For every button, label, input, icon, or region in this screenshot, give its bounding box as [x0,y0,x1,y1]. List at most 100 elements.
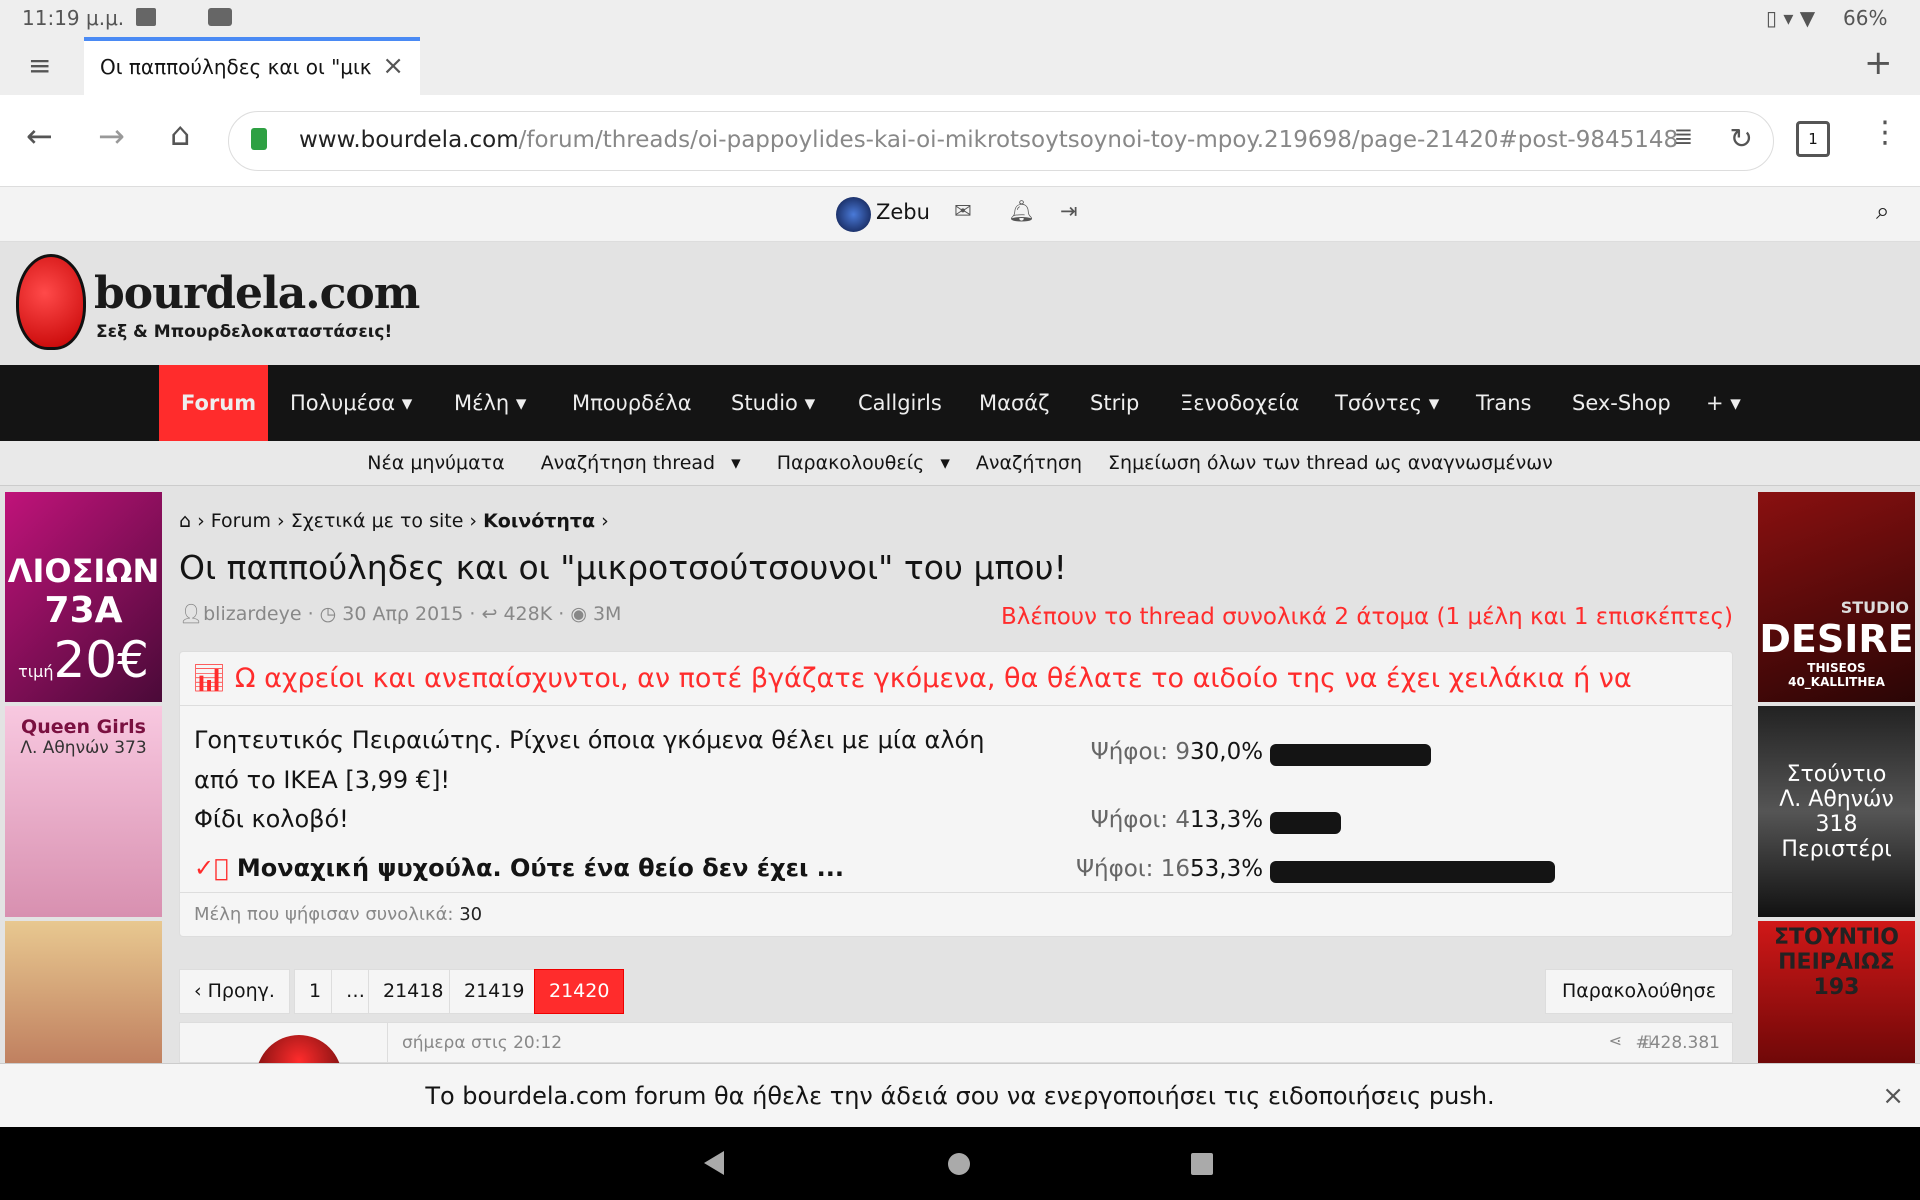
view-count: 3M [592,603,622,625]
close-icon[interactable]: × [1882,1064,1904,1128]
nav-bourdela[interactable]: Μπουρδέλα [550,365,714,441]
thread-author[interactable]: blizardeye [203,603,301,625]
ad-text: Λ. Αθηνών 373 [20,738,147,758]
breadcrumb-item[interactable]: Σχετικά με το site [291,510,464,532]
nav-forum[interactable]: Forum [159,365,268,441]
logo-text[interactable]: bourdela.com [94,268,420,319]
sub-nav: Νέα μηνύματα Αναζήτηση thread ▾ Παρακολο… [0,441,1920,486]
user-bar: Zebu ✉ 🔔︎ ⇥ ⌕ [0,187,1920,242]
ad-text: DESIRE [1759,617,1914,661]
logo-tagline: Σεξ & Μπουρδελοκαταστάσεις! [96,322,393,342]
back-nav-icon[interactable] [704,1151,724,1175]
poll-total-value: 30 [459,904,483,925]
url-host: www.bourdela.com [299,127,519,153]
avatar[interactable] [836,197,871,232]
image-notification-icon [136,8,156,26]
tab-switcher[interactable]: 1 [1796,121,1830,157]
nav-studio[interactable]: Studio ▾ [709,365,837,441]
vibrate-wifi-icons: ▯ ▾ ▼ [1766,6,1816,30]
reader-mode-icon[interactable]: ≣ [1674,124,1693,150]
nav-videos[interactable]: Τσόντες ▾ [1313,365,1461,441]
breadcrumb-item[interactable]: Forum [211,510,271,532]
post-time[interactable]: σήμερα στις 20:12 [402,1033,562,1053]
poll-percent: 13,3% [1190,807,1264,833]
username[interactable]: Zebu [876,200,930,224]
nav-label: Τσόντες [1335,391,1423,415]
new-tab-icon[interactable]: + [1864,43,1893,83]
nav-more[interactable]: + ▾ [1684,365,1763,441]
breadcrumb: ⌂ › Forum › Σχετικά με το site › Κοινότη… [179,510,609,532]
home-nav-icon[interactable] [948,1153,970,1175]
page-current[interactable]: 21420 [534,969,625,1014]
home-icon[interactable]: ⌂ [179,510,191,532]
page-title: Οι παππούληδες και οι "μικροτσούτσουνοι"… [179,548,1067,587]
ad-banner-liosion[interactable]: ΛΙΟΣΙΩΝ 73Α τιμή20€ [5,492,162,702]
ad-text: THISEOS 40_KALLITHEA [1788,661,1885,689]
page-link[interactable]: 21418 [368,969,459,1014]
subnav-search-thread[interactable]: Αναζήτηση thread ▾ [531,452,741,474]
poll-bar [1270,744,1431,766]
close-tab-icon[interactable]: × [376,51,404,81]
back-icon[interactable]: ← [26,117,53,155]
poll-percent: 30,0% [1190,739,1264,765]
ad-text: 193 [1813,975,1860,1000]
tab-strip: ≡ Οι παππούληδες και οι "μικ × + [0,37,1920,95]
push-permission-bar: Το bourdela.com forum θα ήθελε την άδειά… [0,1063,1920,1127]
bell-icon[interactable]: 🔔︎ [1008,199,1035,224]
ad-text: τιμή [18,662,54,681]
more-menu-icon[interactable]: ⋮ [1870,115,1900,150]
ad-banner-studio-athinon[interactable]: Στούντιο Λ. Αθηνών 318 Περιστέρι [1758,706,1915,917]
breadcrumb-item[interactable]: Κοινότητα [483,510,595,532]
subnav-new-posts[interactable]: Νέα μηνύματα [367,452,504,474]
forward-icon[interactable]: → [98,117,125,155]
poll-question: 📊︎ Ω αχρείοι και ανεπαίσχυντοι, αν ποτέ … [180,652,1732,706]
thread-meta: 👤︎blizardeye · ◷ 30 Απρ 2015 · ↩ 428K · … [179,603,622,625]
home-icon[interactable]: ⌂ [170,115,190,153]
ad-text: 318 [1815,812,1858,837]
poll-option-text: Φίδι κολοβό! [194,805,349,833]
poll-total: Μέλη που ψήφισαν συνολικά: 30 [180,892,1732,937]
nav-members[interactable]: Μέλη ▾ [432,365,548,441]
nav-strip[interactable]: Strip [1068,365,1161,441]
subnav-watched[interactable]: Παρακολουθείς ▾ [767,452,950,474]
page-link[interactable]: 1 [294,969,337,1014]
share-icon[interactable]: ⋖ [1609,1031,1622,1050]
nav-media[interactable]: Πολυμέσα ▾ [268,365,434,441]
menu-icon[interactable]: ≡ [28,49,51,82]
prev-label: Προηγ. [207,980,275,1002]
subnav-mark-read[interactable]: Σημείωση όλων των thread ως αναγνωσμένων [1108,452,1553,474]
reload-icon[interactable]: ↻ [1730,122,1753,155]
page-link[interactable]: 21419 [449,969,540,1014]
inbox-icon[interactable]: ✉ [954,199,972,223]
recents-nav-icon[interactable] [1191,1153,1213,1175]
nav-massage[interactable]: Μασάζ [957,365,1072,441]
nav-trans[interactable]: Trans [1454,365,1554,441]
nav-callgirls[interactable]: Callgirls [836,365,964,441]
ad-banner-queen-girls[interactable]: Queen Girls Λ. Αθηνών 373 [5,706,162,917]
post-avatar[interactable] [256,1035,342,1064]
logout-icon[interactable]: ⇥ [1060,199,1078,223]
nav-label: Μέλη [454,391,510,415]
poll-total-label: Μέλη που ψήφισαν συνολικά: [194,904,454,925]
check-circle-icon: ✓⃝ [194,854,229,882]
poll-block: 📊︎ Ω αχρείοι και ανεπαίσχυντοι, αν ποτέ … [179,651,1733,937]
url-input[interactable]: www.bourdela.com/forum/threads/oi-pappoy… [228,111,1774,171]
ad-banner-studio-peiraios[interactable]: ΣΤΟΥΝΤΙΟ ΠΕΙΡΑΙΩΣ 193 [1758,921,1915,1063]
browser-tab[interactable]: Οι παππούληδες και οι "μικ × [84,37,420,95]
prev-page-button[interactable]: ‹ Προηγ. [179,969,290,1014]
subnav-search[interactable]: Αναζήτηση [976,452,1082,474]
ad-banner-studio-desire[interactable]: STUDIO DESIRE THISEOS 40_KALLITHEA [1758,492,1915,702]
nav-label: Studio [731,391,798,415]
post-number[interactable]: #428.381 [1635,1033,1720,1053]
nav-label: + [1706,391,1724,415]
logo-mascot-icon[interactable] [16,254,86,350]
poll-percent: 53,3% [1190,856,1264,882]
nav-sexshop[interactable]: Sex-Shop [1550,365,1693,441]
ad-banner[interactable] [5,921,162,1063]
post-header: σήμερα στις 20:12 ⋖ ▯ #428.381 [179,1022,1733,1064]
ad-text: ΠΕΙΡΑΙΩΣ [1778,950,1895,975]
search-icon[interactable]: ⌕ [1876,197,1889,225]
nav-hotels[interactable]: Ξενοδοχεία [1158,365,1321,441]
main-nav: Forum Πολυμέσα ▾ Μέλη ▾ Μπουρδέλα Studio… [0,365,1920,441]
watch-button[interactable]: Παρακολούθησε [1544,969,1733,1014]
